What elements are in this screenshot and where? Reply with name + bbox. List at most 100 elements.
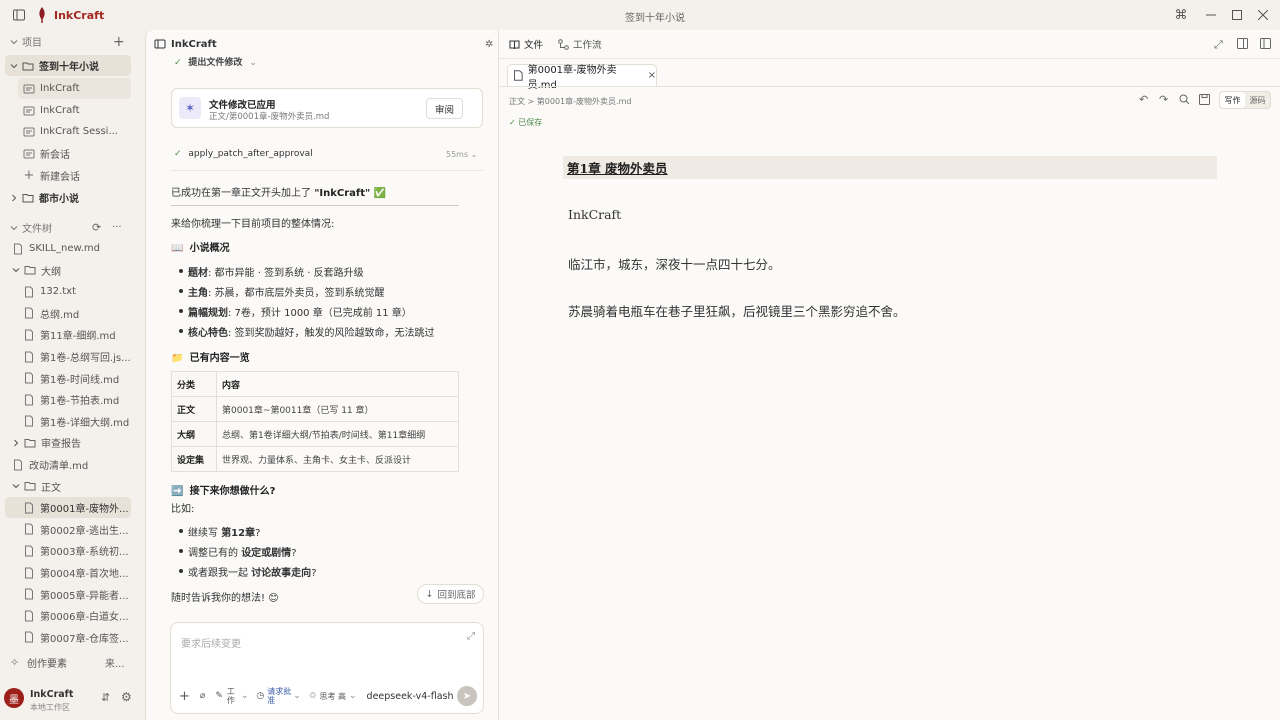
undo-icon[interactable]: ↶ xyxy=(1139,93,1148,106)
tool-mode[interactable]: 工作 xyxy=(227,687,237,705)
file-item[interactable]: 第1卷-详细大纲.md xyxy=(0,411,140,432)
table-row: 大纲 总纲、第1卷详细大纲/节拍表/时间线、第11章细纲 xyxy=(171,421,459,447)
file-icon xyxy=(25,631,33,643)
file-item[interactable]: 第0003章-系统初... xyxy=(0,540,140,561)
file-label: 第0005章-异能者... xyxy=(40,590,129,602)
open-file-tab[interactable]: 第0001章-废物外卖员.md × xyxy=(507,64,657,91)
file-icon xyxy=(25,610,33,622)
review-button[interactable]: 审阅 xyxy=(426,98,463,119)
tab-files[interactable]: 文件 xyxy=(509,37,543,51)
minimize-icon[interactable] xyxy=(1202,6,1220,24)
mode-source-button[interactable]: 源码 xyxy=(1245,92,1270,108)
chat-panel: InkCraft ✲ ✓ 提出文件修改 ⌄ ✶ 文件修改已应用 正文/第0001… xyxy=(145,30,499,720)
table-cell: 设定集 xyxy=(171,446,217,472)
session-item-2[interactable]: InkCraft xyxy=(18,100,158,121)
chevron-right-icon xyxy=(12,194,17,201)
contents-heading: 📁 已有内容一览 xyxy=(171,349,250,364)
chat-input-placeholder: 要求后续变更 xyxy=(181,639,241,650)
table-header: 内容 xyxy=(216,371,459,397)
file-item[interactable]: 第1卷-总纲写回.js... xyxy=(0,346,140,367)
file-label: 正文 xyxy=(41,482,61,494)
proposal-status[interactable]: ✓ 提出文件修改 ⌄ xyxy=(174,55,257,68)
file-item[interactable]: 第11章-细纲.md xyxy=(0,324,140,345)
file-icon xyxy=(25,394,33,406)
file-label: 总纲.md xyxy=(40,309,80,321)
tool-call-row[interactable]: ✓ apply_patch_after_approval xyxy=(174,149,313,159)
send-button[interactable]: ➤ xyxy=(457,686,477,706)
item-text: ? xyxy=(291,548,297,559)
file-label: 改动清单.md xyxy=(29,461,89,472)
file-item[interactable]: 改动清单.md xyxy=(0,454,140,475)
file-item[interactable]: 第0007章-仓库签... xyxy=(0,627,140,648)
maximize-icon[interactable] xyxy=(1228,6,1246,24)
file-item[interactable]: 第0002章-逃出生... xyxy=(0,519,140,540)
split-view-icon[interactable] xyxy=(1237,38,1248,49)
file-item[interactable]: 第0004章-首次地... xyxy=(0,562,140,583)
file-icon xyxy=(25,286,33,298)
table-header: 分类 xyxy=(171,371,217,397)
chevron-down-icon: ⌄ xyxy=(470,150,478,159)
settings-gear-icon[interactable]: ⚙ xyxy=(121,690,132,704)
command-icon[interactable]: ⌘ xyxy=(1172,6,1190,24)
tab-workflow[interactable]: 工作流 xyxy=(558,37,602,51)
redo-icon[interactable]: ↷ xyxy=(1159,93,1168,106)
mode-write-button[interactable]: 写作 xyxy=(1220,92,1245,108)
doc-paragraph[interactable]: 临江市，城东，深夜十一点四十七分。 xyxy=(568,254,781,273)
more-icon[interactable]: ··· xyxy=(112,222,122,233)
folder-item[interactable]: 审查报告 xyxy=(0,432,140,453)
breadcrumb: 正文 > 第0001章-废物外卖员.md xyxy=(509,97,632,106)
file-label: 第1卷-总纲写回.js... xyxy=(40,353,131,364)
add-icon[interactable]: + xyxy=(179,689,190,704)
session-label: 新会话 xyxy=(40,150,70,161)
file-item[interactable]: 第0001章-废物外... xyxy=(5,497,131,519)
session-item-4[interactable]: 新会话 xyxy=(18,143,158,164)
file-item[interactable]: 第1卷-节拍表.md xyxy=(0,389,140,410)
project-item-urban[interactable]: 都市小说 xyxy=(0,187,140,208)
item-text: 继续写 xyxy=(188,528,222,539)
chat-input-box[interactable]: 要求后续变更 ⤢ + ⌀ ✎ 工作 ⌄ ◷ 请求批准 ⌄ ♲ 思考 高 ⌄ de… xyxy=(170,622,484,714)
file-item[interactable]: 第1卷-时间线.md xyxy=(0,368,140,389)
folder-item[interactable]: 正文 xyxy=(0,476,140,497)
folder-item[interactable]: 大纲 xyxy=(0,260,140,281)
projects-section[interactable]: 项目 + xyxy=(0,31,140,52)
book-open-icon xyxy=(509,40,520,49)
file-item[interactable]: SKILL_new.md xyxy=(0,238,140,259)
workspace-sub: 本地工作区 xyxy=(30,703,70,712)
close-tab-icon[interactable]: × xyxy=(648,70,656,81)
new-session-button[interactable]: + 新建会话 xyxy=(18,165,158,186)
sparkles-icon[interactable]: ✲ xyxy=(485,39,493,50)
attach-icon[interactable]: ⌀ xyxy=(200,691,205,701)
refresh-icon[interactable]: ⟳ xyxy=(92,221,101,234)
filetree-section[interactable]: 文件树 ⟳ ··· xyxy=(0,217,140,238)
add-project-icon[interactable]: + xyxy=(113,34,125,50)
closing-text: 随时告诉我你的想法! xyxy=(171,593,266,604)
panel-layout-icon[interactable] xyxy=(1260,38,1271,49)
file-label: SKILL_new.md xyxy=(29,243,101,254)
avatar[interactable]: 墨 xyxy=(4,688,24,708)
elements-more[interactable]: 来... xyxy=(105,655,125,670)
doc-paragraph[interactable]: 苏晨骑着电瓶车在巷子里狂飙，后视镜里三个黑影穷追不舍。 xyxy=(568,301,906,320)
search-icon[interactable] xyxy=(1179,94,1190,105)
expand-icon[interactable]: ⤢ xyxy=(467,631,475,642)
thinking-level[interactable]: 思考 高 xyxy=(319,691,346,702)
project-item-signin[interactable]: 签到十年小说 xyxy=(5,55,131,76)
close-window-icon[interactable] xyxy=(1254,6,1272,24)
jump-to-bottom-button[interactable]: ↓ 回到底部 xyxy=(417,584,484,604)
save-icon[interactable] xyxy=(1199,94,1210,105)
input-toolbar: + ⌀ ✎ 工作 ⌄ ◷ 请求批准 ⌄ ♲ 思考 高 ⌄ deepseek-v4… xyxy=(179,685,477,707)
file-item[interactable]: 第0005章-异能者... xyxy=(0,584,140,605)
doc-paragraph[interactable]: InkCraft xyxy=(568,207,621,222)
fullscreen-icon[interactable]: ⤢ xyxy=(1214,38,1223,52)
session-item-3[interactable]: InkCraft Sessi... xyxy=(18,121,158,142)
session-item-1[interactable]: InkCraft xyxy=(18,78,131,99)
item-text: 调整已有的 xyxy=(188,548,242,559)
switch-icon[interactable]: ⇵ xyxy=(101,691,110,704)
intro-message: 来给你梳理一下目前项目的整体情况: xyxy=(171,219,335,230)
doc-heading[interactable]: 第1章 废物外卖员 xyxy=(563,156,1217,179)
file-item[interactable]: 总纲.md xyxy=(0,303,140,324)
creative-elements-row[interactable]: ✧ 创作要素 来... xyxy=(0,652,140,673)
file-item[interactable]: 第0006章-白道女... xyxy=(0,605,140,626)
file-item[interactable]: 132.txt xyxy=(0,281,140,302)
model-selector[interactable]: deepseek-v4-flash xyxy=(367,691,454,702)
approval-mode[interactable]: 请求批准 xyxy=(267,687,291,705)
